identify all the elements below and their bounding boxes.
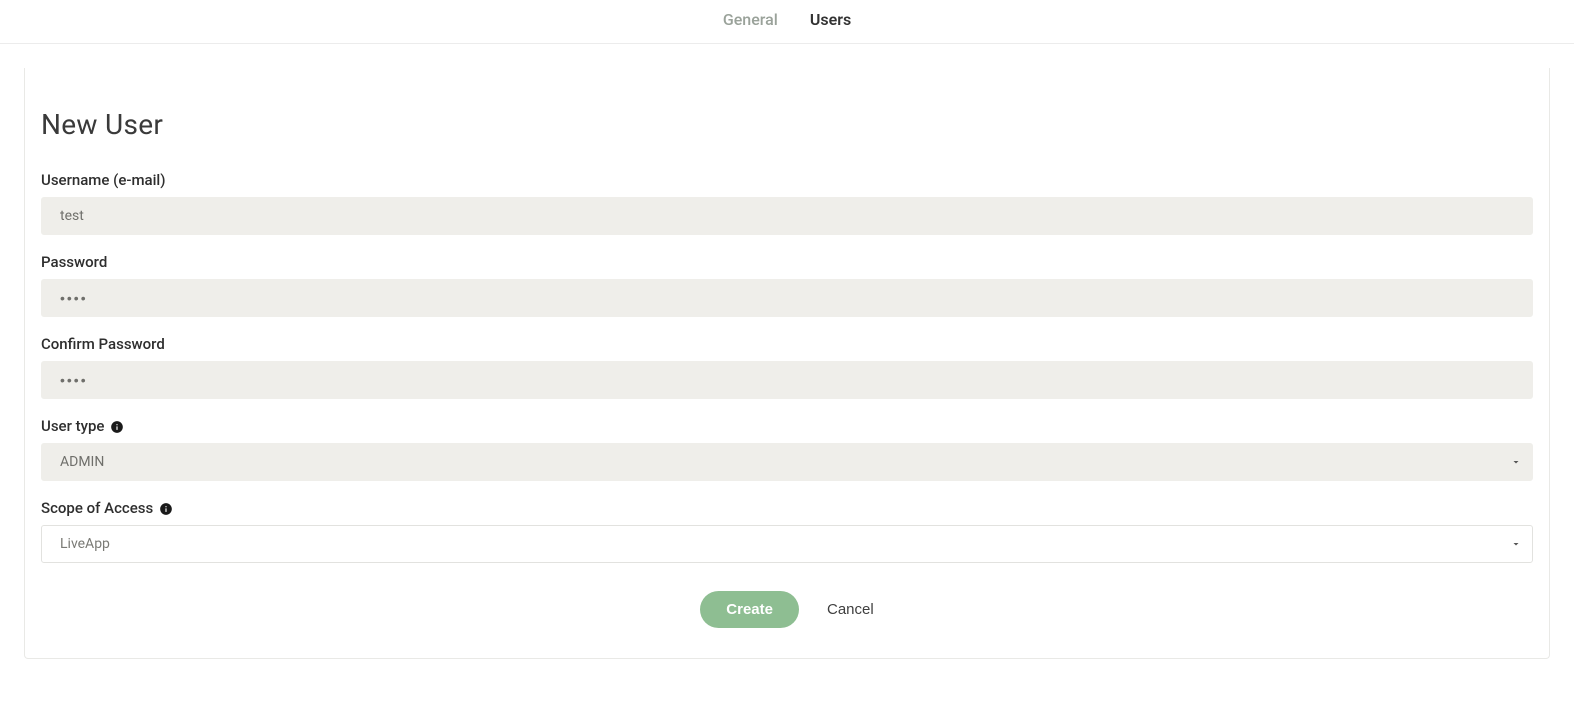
scope-group: Scope of Access LiveApp xyxy=(41,499,1533,563)
tab-bar: General Users xyxy=(0,0,1574,44)
create-button[interactable]: Create xyxy=(700,591,799,628)
user-type-group: User type ADMIN xyxy=(41,417,1533,481)
scope-select[interactable]: LiveApp xyxy=(41,525,1533,563)
info-icon xyxy=(159,502,173,516)
password-group: Password •••• xyxy=(41,253,1533,317)
tab-general[interactable]: General xyxy=(723,10,778,29)
cancel-button[interactable]: Cancel xyxy=(827,601,874,618)
confirm-password-group: Confirm Password •••• xyxy=(41,335,1533,399)
user-type-label: User type xyxy=(41,417,1533,435)
user-type-label-text: User type xyxy=(41,417,104,435)
new-user-card: New User Username (e-mail) Password ••••… xyxy=(24,68,1550,659)
scope-label: Scope of Access xyxy=(41,499,1533,517)
password-input[interactable]: •••• xyxy=(41,279,1533,317)
scope-label-text: Scope of Access xyxy=(41,499,153,517)
confirm-password-label: Confirm Password xyxy=(41,335,1533,353)
username-group: Username (e-mail) xyxy=(41,171,1533,235)
username-input[interactable] xyxy=(41,197,1533,235)
tab-users[interactable]: Users xyxy=(810,10,851,29)
user-type-select[interactable]: ADMIN xyxy=(41,443,1533,481)
password-label: Password xyxy=(41,253,1533,271)
form-actions: Create Cancel xyxy=(41,591,1533,628)
username-label: Username (e-mail) xyxy=(41,171,1533,189)
confirm-password-input[interactable]: •••• xyxy=(41,361,1533,399)
info-icon xyxy=(110,420,124,434)
page-title: New User xyxy=(41,108,1533,141)
